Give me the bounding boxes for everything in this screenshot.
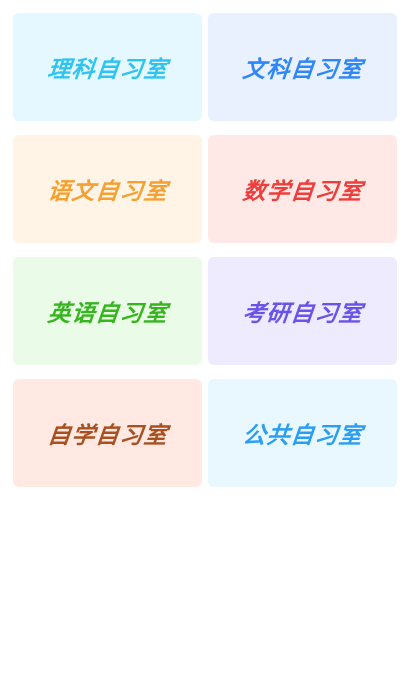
room-card-self-study[interactable]: 自学自习室: [13, 379, 202, 487]
room-card-label: 文科自习室: [240, 57, 364, 83]
room-card-math[interactable]: 数学自习室: [208, 135, 397, 243]
room-card-label: 数学自习室: [240, 179, 364, 205]
study-room-grid: 理科自习室 文科自习室 语文自习室 数学自习室 英语自习室 考研自习室 自学自习…: [13, 13, 397, 487]
room-card-liberal-arts[interactable]: 文科自习室: [208, 13, 397, 121]
room-card-label: 自学自习室: [45, 423, 169, 449]
room-card-label: 公共自习室: [240, 423, 364, 449]
room-card-label: 语文自习室: [45, 179, 169, 205]
room-card-label: 英语自习室: [45, 301, 169, 327]
room-card-public[interactable]: 公共自习室: [208, 379, 397, 487]
room-card-label: 理科自习室: [45, 57, 169, 83]
room-card-english[interactable]: 英语自习室: [13, 257, 202, 365]
room-card-chinese[interactable]: 语文自习室: [13, 135, 202, 243]
room-card-label: 考研自习室: [240, 301, 364, 327]
room-card-postgrad[interactable]: 考研自习室: [208, 257, 397, 365]
room-card-science[interactable]: 理科自习室: [13, 13, 202, 121]
